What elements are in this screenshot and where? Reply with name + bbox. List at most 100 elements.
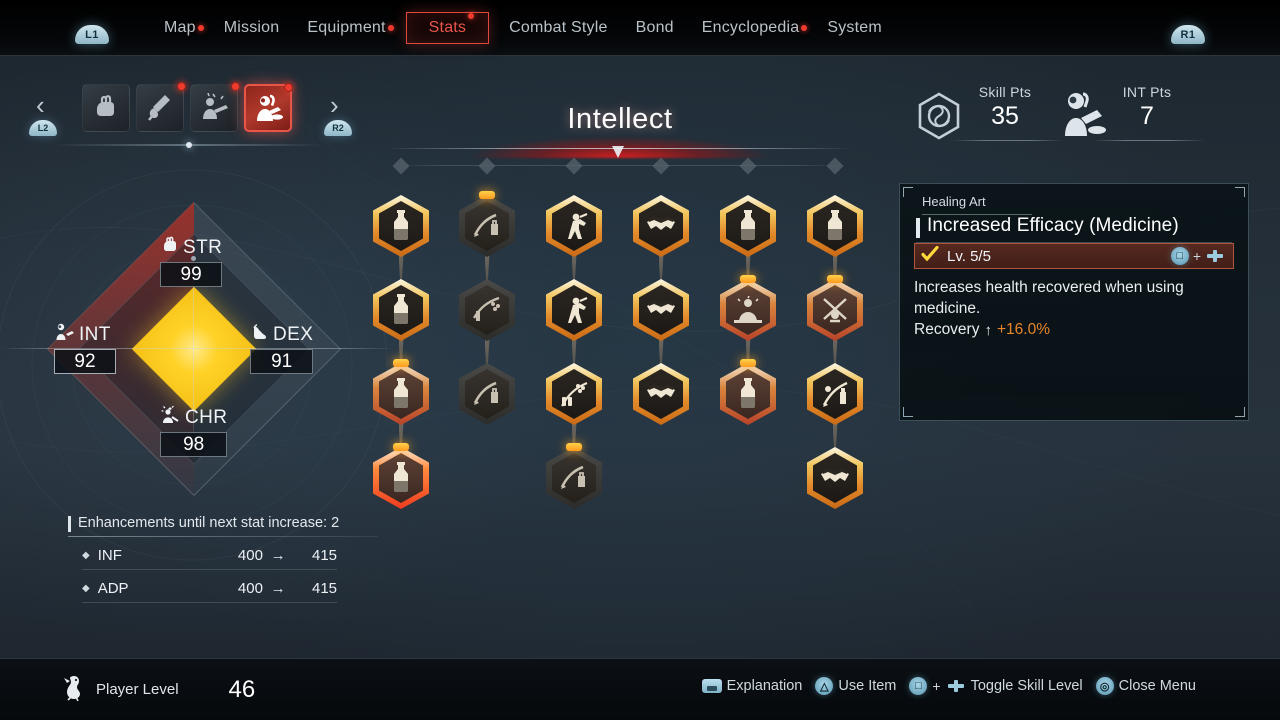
enhancement-row: ◆ ADP 400 → 415: [82, 580, 337, 603]
left-bumper-indicator[interactable]: L1: [75, 25, 109, 44]
nav-item-encyclopedia[interactable]: Encyclopedia: [688, 15, 814, 41]
scholar-icon: [54, 322, 76, 347]
potion-icon: [386, 294, 416, 326]
blade-bag-icon: [472, 379, 502, 409]
notification-dot-icon: [197, 25, 204, 31]
skill-node[interactable]: [807, 363, 863, 425]
prev-class-arrow[interactable]: ‹: [36, 92, 45, 118]
skill-node[interactable]: [546, 363, 602, 425]
control-hint-toggle-skill-level[interactable]: □ + Toggle Skill Level: [909, 677, 1083, 695]
skill-node[interactable]: [546, 279, 602, 341]
column-marker-5: [739, 157, 757, 175]
stat-chr: CHR 98: [160, 405, 228, 457]
arrow-right-icon: →: [270, 547, 286, 564]
panel-corner-tl: [903, 187, 913, 197]
potion-icon: [386, 378, 416, 410]
control-hint-use-item[interactable]: △ Use Item: [815, 677, 896, 695]
skill-node-nub-icon: [479, 191, 495, 199]
nav-item-equipment[interactable]: Equipment: [293, 15, 399, 41]
class-icon-list: [82, 82, 293, 132]
skill-node[interactable]: [807, 275, 863, 341]
control-hint-label: Toggle Skill Level: [970, 678, 1083, 694]
notification-dot-icon: [177, 82, 186, 91]
skill-node[interactable]: [459, 191, 515, 257]
int-points-label: INT Pts: [1122, 84, 1172, 100]
panel-corner-tr: [1235, 187, 1245, 197]
control-hint-explanation[interactable]: Explanation: [701, 678, 803, 694]
l2-trigger-indicator[interactable]: L2: [29, 120, 57, 136]
skill-node[interactable]: [373, 195, 429, 257]
control-hint-close-menu[interactable]: ◎ Close Menu: [1095, 677, 1196, 695]
enhancements-header-count: 2: [331, 515, 340, 531]
control-hint-label: Explanation: [726, 678, 803, 694]
next-class-arrow[interactable]: ›: [330, 92, 339, 118]
handshake-icon: [645, 381, 677, 407]
crossed-icon: [820, 295, 850, 325]
nav-item-system[interactable]: System: [813, 15, 896, 41]
boot-icon: [250, 322, 270, 347]
skill-node[interactable]: [633, 363, 689, 425]
notification-dot-icon: [468, 13, 475, 19]
check-icon: [921, 245, 939, 267]
nav-item-map[interactable]: Map: [150, 15, 210, 41]
touchpad-icon: [701, 679, 722, 693]
class-tab-fist-class[interactable]: [82, 84, 130, 132]
enhancement-label: ADP: [97, 580, 129, 597]
plus-symbol: +: [932, 678, 941, 694]
skill-node[interactable]: [807, 447, 863, 509]
int-points-icon: [1057, 88, 1107, 145]
skill-node[interactable]: [720, 275, 776, 341]
skill-node[interactable]: [546, 443, 602, 509]
nav-item-bond[interactable]: Bond: [622, 15, 688, 41]
skill-node[interactable]: [807, 195, 863, 257]
r2-trigger-indicator[interactable]: R2: [324, 120, 352, 136]
class-tab-intellect-class[interactable]: [244, 83, 293, 132]
nav-item-label: Map: [164, 19, 196, 36]
class-tab-blade-class[interactable]: [136, 82, 186, 132]
skill-tree-title: Intellect: [567, 103, 673, 135]
nav-item-mission[interactable]: Mission: [210, 15, 294, 41]
skill-node[interactable]: [720, 195, 776, 257]
control-hint-label: Use Item: [838, 678, 897, 694]
square-button-icon: □: [909, 677, 928, 695]
phoenix-icon: [62, 673, 88, 706]
nav-item-combat-style[interactable]: Combat Style: [495, 15, 621, 41]
bullet-icon: ◆: [82, 550, 90, 561]
player-level-block: Player Level 46: [62, 673, 255, 706]
skill-node[interactable]: [633, 279, 689, 341]
skill-node-nub-icon: [393, 443, 409, 451]
nav-item-label: System: [827, 19, 882, 36]
panel-corner-br: [1235, 407, 1245, 417]
skill-node[interactable]: [546, 195, 602, 257]
skill-node[interactable]: [373, 443, 429, 509]
top-navigation-bar: L1 R1 Map Mission Equipment Stats Combat Sty…: [0, 0, 1280, 56]
skill-node[interactable]: [373, 279, 429, 341]
skill-node[interactable]: [633, 195, 689, 257]
skill-category: Healing Art: [922, 194, 986, 209]
nav-item-stats[interactable]: Stats: [405, 12, 490, 44]
enhancement-row: ◆ INF 400 → 415: [82, 547, 337, 570]
skill-node[interactable]: [373, 359, 429, 425]
skill-level-bar[interactable]: Lv. 5/5 □ +: [914, 243, 1234, 269]
skill-node[interactable]: [720, 359, 776, 425]
enhancement-to-value: 415: [311, 547, 338, 564]
player-level-value: 46: [228, 675, 256, 703]
stat-str: STR 99: [160, 235, 223, 287]
nav-item-label: Bond: [635, 19, 674, 36]
tree-top-rail: [398, 165, 838, 166]
nav-item-label: Equipment: [307, 19, 386, 36]
enhancements-header-underline: [68, 536, 378, 537]
potion-icon: [386, 462, 416, 494]
right-bumper-indicator[interactable]: R1: [1171, 25, 1205, 44]
dagger-icon: [145, 93, 175, 123]
stat-str-label: STR: [183, 236, 223, 258]
stat-int-value: 92: [54, 349, 116, 374]
pose-icon: [559, 211, 589, 241]
class-tab-gunner-class[interactable]: [190, 82, 240, 132]
skill-title: Increased Efficacy (Medicine): [916, 215, 1234, 238]
skill-node[interactable]: [459, 363, 515, 425]
skill-node[interactable]: [459, 279, 515, 341]
scholar-icon: [253, 93, 283, 123]
potion-icon: [820, 210, 850, 242]
class-tab-bar: ‹ › L2 R2: [24, 80, 354, 162]
